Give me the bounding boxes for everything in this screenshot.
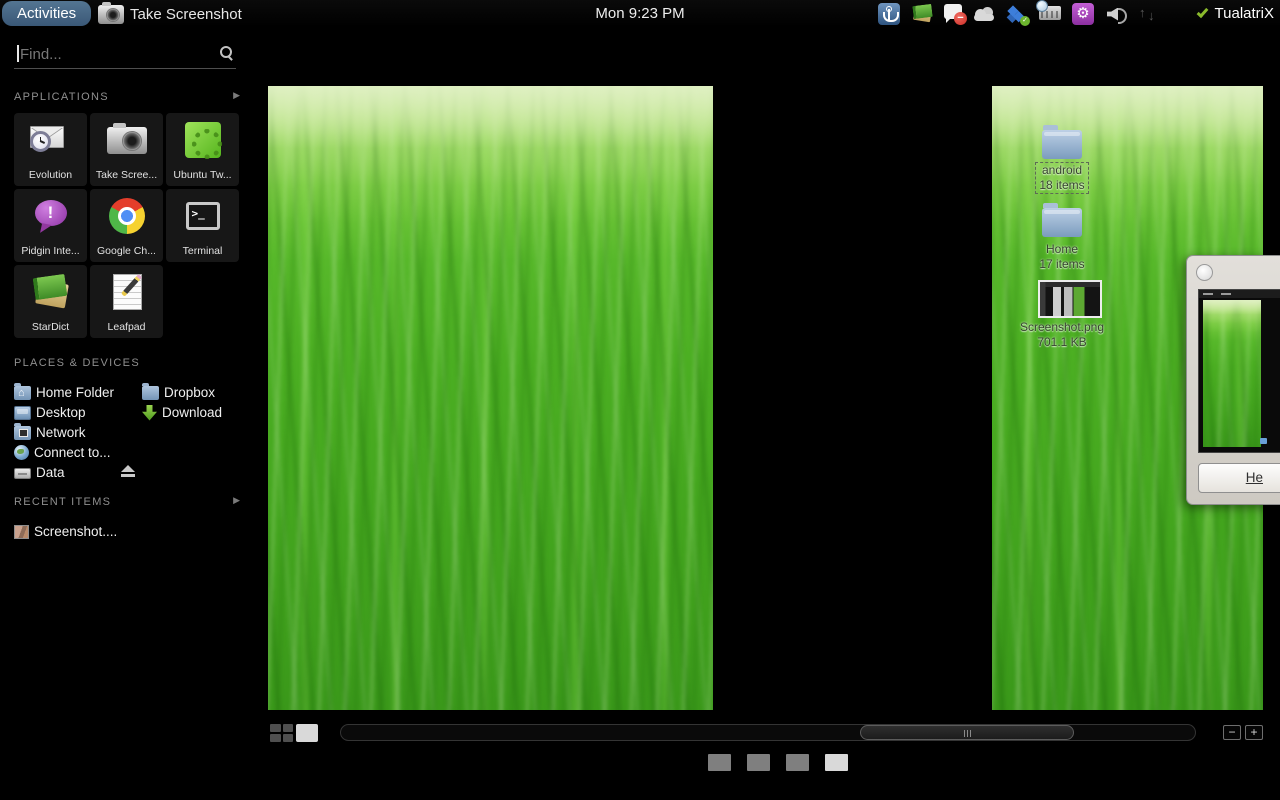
app-menu[interactable]: Take Screenshot (98, 2, 242, 26)
home-folder-icon (14, 386, 31, 400)
zoom-in-button[interactable]: + (1245, 725, 1263, 740)
place-desktop[interactable]: Desktop (14, 402, 86, 422)
drive-icon (14, 468, 31, 479)
screenshot-file-label: Screenshot.png 701.1 KB (1000, 320, 1124, 350)
applications-header: APPLICATIONS (14, 91, 109, 103)
activities-button[interactable]: Activities (2, 1, 91, 26)
dropbox-folder-icon (142, 386, 159, 400)
app-tile-take-screenshot[interactable]: Take Scree... (90, 113, 163, 186)
workspace-page-indicator-3[interactable] (786, 754, 809, 771)
app-tile-evolution[interactable]: Evolution (14, 113, 87, 186)
preview-icon (1260, 438, 1267, 444)
network-folder-icon (14, 426, 31, 440)
camera-icon (107, 127, 147, 154)
app-tile-stardict[interactable]: StarDict (14, 265, 87, 338)
stardict-icon[interactable] (911, 3, 933, 25)
anchor-icon[interactable] (878, 3, 900, 25)
text-caret (17, 45, 19, 62)
workspace-thumbnail-1[interactable] (268, 86, 713, 710)
ubuntu-tweak-icon (185, 122, 221, 158)
single-view-button[interactable] (296, 724, 318, 742)
selection-box: android 18 items (1035, 162, 1088, 194)
network-arrows-icon[interactable] (1138, 3, 1160, 25)
app-tile-pidgin[interactable]: Pidgin Inte... (14, 189, 87, 262)
app-tile-ubuntu-tweak[interactable]: Ubuntu Tw... (166, 113, 239, 186)
image-thumbnail-icon (14, 525, 29, 539)
scrollbar-thumb[interactable] (860, 725, 1074, 740)
place-network[interactable]: Network (14, 422, 86, 442)
cloud-icon[interactable] (973, 3, 995, 25)
search-box (14, 42, 236, 69)
pidgin-icon (31, 198, 71, 234)
search-icon (220, 46, 234, 60)
preview-topbar (1199, 290, 1280, 298)
user-menu[interactable]: TualatriX (1197, 0, 1274, 27)
screenshot-dialog-window[interactable]: He (1186, 255, 1280, 505)
recent-item-screenshot[interactable]: Screenshot.... (14, 521, 117, 541)
search-input[interactable] (14, 42, 210, 66)
help-button[interactable]: He (1198, 463, 1280, 493)
chrome-icon (109, 198, 145, 234)
grid-view-button[interactable] (270, 724, 293, 742)
home-folder-label: Home 17 items (1012, 242, 1112, 272)
app-grid: Evolution Take Scree... Ubuntu Tw... Pid… (14, 113, 242, 338)
workspace-page-indicator-1[interactable] (708, 754, 731, 771)
android-folder-label: android 18 items (1012, 162, 1112, 194)
leafpad-icon (109, 274, 145, 310)
globe-icon (14, 445, 29, 460)
home-folder-icon[interactable] (1042, 208, 1082, 237)
recent-items-header: RECENT ITEMS (14, 496, 111, 508)
dropbox-icon[interactable] (1006, 3, 1028, 25)
recent-items-expand-icon[interactable]: ▶ (233, 495, 240, 506)
dash-panel: APPLICATIONS ▶ Evolution Take Scree... U… (0, 27, 250, 800)
chat-notification-icon[interactable] (944, 4, 962, 19)
radio-button[interactable] (1196, 264, 1213, 281)
top-bar: Activities Take Screenshot Mon 9:23 PM T… (0, 0, 1280, 27)
volume-icon[interactable] (1105, 3, 1127, 25)
evolution-icon (30, 123, 72, 157)
system-tray (878, 0, 1160, 27)
screenshot-file-icon[interactable] (1038, 280, 1102, 318)
settings-gear-icon[interactable] (1072, 3, 1094, 25)
app-tile-leafpad[interactable]: Leafpad (90, 265, 163, 338)
stardict-icon (31, 274, 71, 310)
gnome-shell-activities-overview: Activities Take Screenshot Mon 9:23 PM T… (0, 0, 1280, 800)
place-data[interactable]: Data (14, 462, 65, 482)
camera-icon (98, 5, 124, 24)
app-tile-chrome[interactable]: Google Ch... (90, 189, 163, 262)
grass-wallpaper (268, 86, 713, 710)
places-header: PLACES & DEVICES (14, 357, 140, 369)
app-menu-label: Take Screenshot (130, 6, 242, 23)
place-connect-to[interactable]: Connect to... (14, 442, 111, 462)
terminal-icon (186, 202, 220, 230)
workspace-scrollbar[interactable] (340, 724, 1196, 741)
download-arrow-icon (142, 405, 157, 421)
applications-expand-icon[interactable]: ▶ (233, 90, 240, 101)
eject-icon[interactable] (120, 465, 136, 477)
zoom-out-button[interactable]: − (1223, 725, 1241, 740)
android-folder-icon[interactable] (1042, 130, 1082, 159)
check-icon (1196, 5, 1208, 17)
place-dropbox[interactable]: Dropbox (142, 382, 215, 402)
screenshot-preview (1198, 289, 1280, 453)
keyboard-icon[interactable] (1039, 6, 1061, 20)
username: TualatriX (1215, 5, 1274, 22)
app-tile-terminal[interactable]: Terminal (166, 189, 239, 262)
workspace-page-indicator-4[interactable] (825, 754, 848, 771)
place-home-folder[interactable]: Home Folder (14, 382, 114, 402)
desktop-icon (14, 406, 31, 420)
place-download[interactable]: Download (142, 402, 222, 422)
preview-wallpaper (1203, 300, 1261, 447)
workspace-page-indicator-2[interactable] (747, 754, 770, 771)
